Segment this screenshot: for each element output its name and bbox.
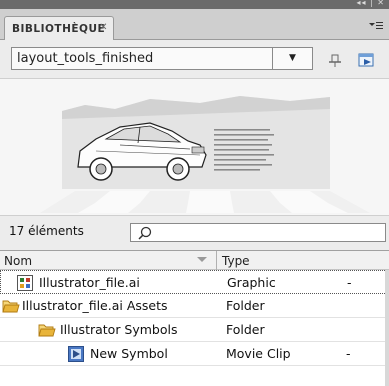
document-selector-row: layout_tools_finished ▼	[0, 40, 389, 78]
list-item-type: Folder	[226, 298, 265, 313]
search-row: 17 éléments	[0, 215, 389, 250]
sort-descending-icon[interactable]	[197, 257, 207, 262]
column-divider[interactable]	[216, 251, 217, 270]
column-header-name[interactable]: Nom	[4, 254, 32, 268]
tab-library[interactable]: BIBLIOTHÈQUE ✕	[4, 16, 114, 40]
list-item-type: Movie Clip	[226, 346, 291, 361]
graphic-symbol-icon	[17, 275, 33, 291]
list-item-name: Illustrator Symbols	[60, 322, 178, 337]
folder-icon	[2, 298, 20, 314]
symbol-preview	[0, 78, 389, 215]
list-item-use-count: -	[346, 346, 351, 361]
list-item-type: Graphic	[227, 275, 276, 290]
column-header-type[interactable]: Type	[222, 254, 250, 268]
vertical-scrollbar[interactable]	[385, 270, 389, 386]
item-count: 17 éléments	[9, 224, 84, 238]
search-icon	[138, 226, 152, 243]
list-item-type: Folder	[226, 322, 265, 337]
panel-menu-icon[interactable]	[369, 21, 383, 33]
list-item-name: Illustrator_file.ai Assets	[22, 298, 168, 313]
pin-library-icon[interactable]	[327, 53, 343, 67]
list-header: Nom Type	[0, 250, 389, 270]
document-select-value: layout_tools_finished	[17, 51, 154, 66]
tab-library-label: BIBLIOTHÈQUE	[12, 23, 106, 35]
list-item[interactable]: Illustrator_file.ai Assets Folder	[0, 294, 389, 318]
list-item-name: Illustrator_file.ai	[39, 275, 140, 290]
new-library-panel-icon[interactable]	[358, 53, 374, 67]
close-icon[interactable]: ✕	[99, 22, 108, 33]
list-item-name: New Symbol	[90, 346, 168, 361]
folder-icon	[38, 322, 56, 338]
document-select[interactable]: layout_tools_finished ▼	[11, 47, 313, 70]
car-illustration-preview	[40, 96, 370, 213]
panel-title-bar: ◂◂ | ✕	[0, 0, 389, 9]
list-item[interactable]: Illustrator_file.ai Graphic -	[0, 270, 389, 294]
window-controls[interactable]: ◂◂ | ✕	[356, 0, 385, 7]
chevron-down-icon[interactable]: ▼	[272, 48, 312, 69]
list-item[interactable]: Illustrator Symbols Folder	[0, 318, 389, 342]
search-input[interactable]	[130, 223, 386, 242]
library-item-list: Illustrator_file.ai Graphic - Illustrato…	[0, 270, 389, 386]
list-item[interactable]: New Symbol Movie Clip -	[0, 342, 389, 366]
list-item-use-count: -	[347, 275, 352, 290]
panel-tab-strip: BIBLIOTHÈQUE ✕	[0, 9, 389, 40]
movie-clip-icon	[68, 346, 84, 362]
